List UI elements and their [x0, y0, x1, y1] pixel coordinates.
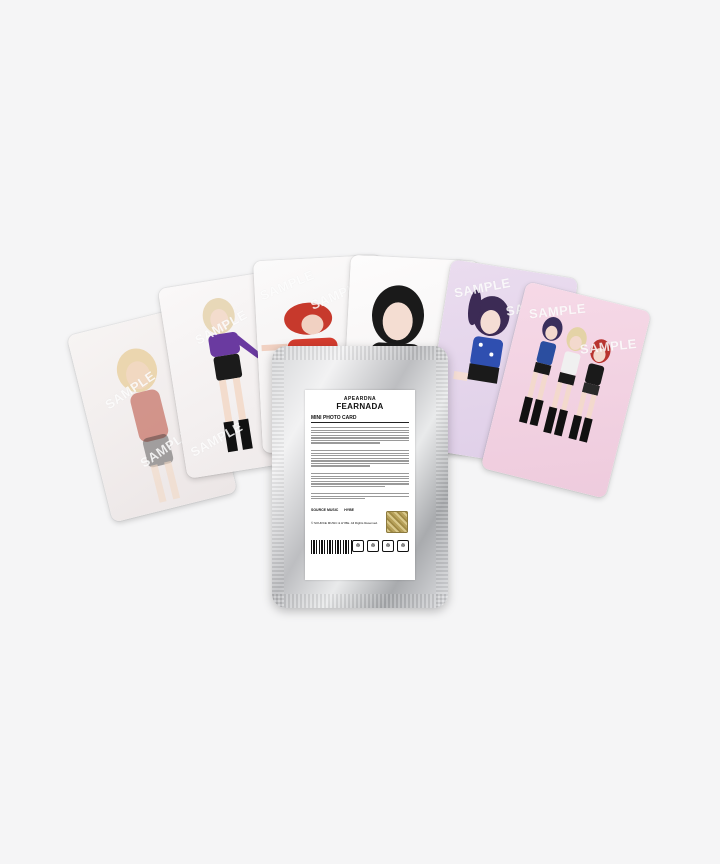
fine-print-block-3: [311, 473, 409, 488]
recycle-icon: ♲: [382, 540, 394, 552]
foil-pouch: APEARDNA FEARNADA MINI PHOTO CARD SOURCE…: [272, 346, 448, 608]
brand-logo: FEARNADA: [336, 402, 384, 411]
barcode: [311, 540, 353, 554]
label-divider: [311, 422, 409, 423]
pouch-seal-left: [272, 346, 284, 608]
brand-source-music: SOURCE MUSIC: [311, 508, 339, 512]
recycle-icon: ♲: [352, 540, 364, 552]
brand-logos: SOURCE MUSIC HYBE: [311, 508, 354, 512]
product-title: MINI PHOTO CARD: [311, 415, 357, 421]
copyright-text: © SOURCE MUSIC & HYBE. All Rights Reserv…: [311, 521, 378, 525]
product-scene: SAMPLE SAMPLE SAMPLE SAMPLE SAMPLE SAMPL…: [0, 0, 720, 864]
recycle-marks: ♲ ♲ ♲ ♲: [352, 540, 409, 552]
pouch-seal-right: [436, 346, 448, 608]
brand-hybe: HYBE: [344, 508, 354, 512]
recycle-icon: ♲: [397, 540, 409, 552]
hologram-sticker: [386, 511, 408, 533]
fine-print-block-2: [311, 450, 409, 468]
fine-print-block-4: [311, 493, 409, 501]
pouch-seal-bottom: [272, 594, 448, 608]
recycle-icon: ♲: [367, 540, 379, 552]
pouch-seal-top: [272, 346, 448, 360]
pouch-label: APEARDNA FEARNADA MINI PHOTO CARD SOURCE…: [305, 390, 415, 580]
fine-print-block-1: [311, 427, 409, 445]
